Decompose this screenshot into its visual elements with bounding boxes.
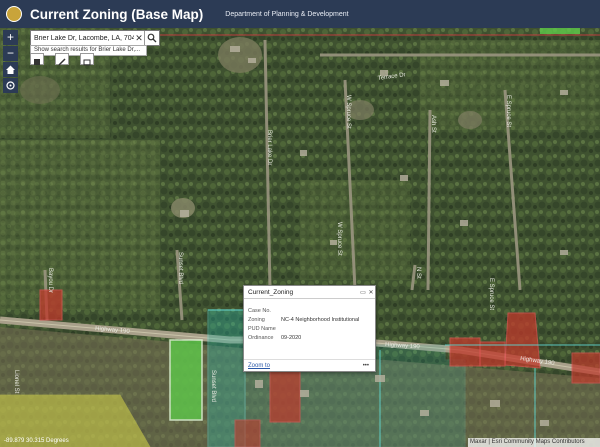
department-subtitle: Department of Planning & Development bbox=[225, 10, 349, 18]
print-icon bbox=[83, 59, 91, 66]
zone-commercial[interactable] bbox=[39, 289, 63, 321]
popup-close-button[interactable]: ✕ bbox=[367, 289, 375, 296]
search-icon bbox=[147, 33, 157, 43]
label-ash-st: Ash St bbox=[430, 115, 436, 133]
attribute-value: NC-4 Neighborhood Institutional bbox=[281, 316, 360, 323]
zone-commercial[interactable] bbox=[449, 337, 481, 367]
label-n-st: N St bbox=[415, 267, 421, 279]
label-brier-lake-dr: Brier Lake Dr bbox=[266, 130, 272, 165]
label-bayou-dr: Bayou Dr bbox=[47, 268, 53, 293]
attribute-row: Ordinance 09-2020 bbox=[248, 333, 359, 342]
app-header: Current Zoning (Base Map) Department of … bbox=[0, 0, 600, 28]
clear-search-icon[interactable]: ✕ bbox=[134, 33, 144, 44]
label-w-spruce-st-south: W Spruce St bbox=[336, 222, 342, 256]
zone-commercial[interactable] bbox=[571, 352, 600, 384]
label-sunset-blvd-south: Sunset Blvd bbox=[210, 370, 216, 402]
label-e-spruce-st: E Spruce St bbox=[505, 95, 511, 127]
zoom-to-link[interactable]: Zoom to bbox=[244, 363, 363, 369]
zone-commercial-strip[interactable] bbox=[540, 28, 580, 34]
attribute-row: Zoning NC-4 Neighborhood Institutional bbox=[248, 315, 359, 324]
coordinate-readout: -89.879 30.315 Degrees bbox=[4, 438, 69, 444]
zone-institutional[interactable] bbox=[169, 339, 203, 421]
home-button[interactable] bbox=[3, 62, 18, 77]
pencil-icon bbox=[58, 58, 66, 66]
attribute-value bbox=[281, 306, 359, 315]
layers-icon bbox=[34, 59, 40, 65]
clearing bbox=[20, 76, 60, 104]
search-widget[interactable]: Brier Lake Dr, Lacombe, LA, 704 ✕ bbox=[30, 30, 160, 46]
label-sunset-blvd: Sunset Blvd bbox=[177, 252, 183, 284]
popup-title-bar: Current_Zoning ▭ ✕ bbox=[244, 286, 375, 299]
clearing bbox=[458, 111, 482, 129]
more-actions-button[interactable]: ••• bbox=[363, 363, 375, 369]
popup-title: Current_Zoning bbox=[248, 288, 294, 296]
label-w-spruce-st: W Spruce St bbox=[345, 95, 351, 129]
parish-logo-icon bbox=[6, 6, 22, 22]
label-lionel-st: Lionel St bbox=[13, 370, 19, 394]
road-ash-st bbox=[426, 109, 432, 291]
home-icon bbox=[6, 65, 15, 74]
attribute-label: Case No. bbox=[248, 307, 271, 314]
attribute-row: PUD Name bbox=[248, 324, 359, 333]
zone-commercial[interactable] bbox=[479, 341, 506, 367]
locate-icon bbox=[6, 81, 15, 90]
print-tool-button[interactable] bbox=[80, 53, 94, 66]
zone-commercial[interactable] bbox=[234, 419, 261, 447]
zoom-in-button[interactable]: + bbox=[3, 30, 18, 45]
attribute-label: Zoning bbox=[248, 316, 265, 323]
app-title: Current Zoning (Base Map) bbox=[30, 6, 204, 22]
label-e-spruce-st-south: E Spruce St bbox=[488, 278, 494, 310]
attribute-label: PUD Name bbox=[248, 325, 276, 332]
map-attribution: Maxar | Esri Community Maps Contributors bbox=[468, 438, 600, 447]
feature-popup: Current_Zoning ▭ ✕ Case No. Zoning NC-4 … bbox=[243, 285, 376, 372]
search-input[interactable]: Brier Lake Dr, Lacombe, LA, 704 bbox=[31, 35, 134, 42]
attribute-value: 09-2020 bbox=[281, 334, 302, 341]
attribute-row: Case No. bbox=[248, 306, 359, 315]
locate-button[interactable] bbox=[3, 78, 18, 93]
attribute-value bbox=[281, 324, 359, 333]
popup-footer: Zoom to ••• bbox=[244, 359, 375, 371]
search-button[interactable] bbox=[144, 31, 159, 45]
draw-tool-button[interactable] bbox=[55, 53, 69, 66]
zoom-out-button[interactable]: − bbox=[3, 46, 18, 61]
clearing bbox=[218, 37, 262, 73]
popup-minimize-button[interactable]: ▭ bbox=[359, 289, 367, 296]
popup-attributes: Case No. Zoning NC-4 Neighborhood Instit… bbox=[248, 306, 359, 342]
map-view[interactable]: Terrace Dr Brier Lake Dr W Spruce St Ash… bbox=[0, 0, 600, 447]
basemap-tool-button[interactable] bbox=[30, 53, 44, 65]
lighter-vegetation bbox=[0, 140, 160, 310]
attribute-label: Ordinance bbox=[248, 334, 274, 341]
